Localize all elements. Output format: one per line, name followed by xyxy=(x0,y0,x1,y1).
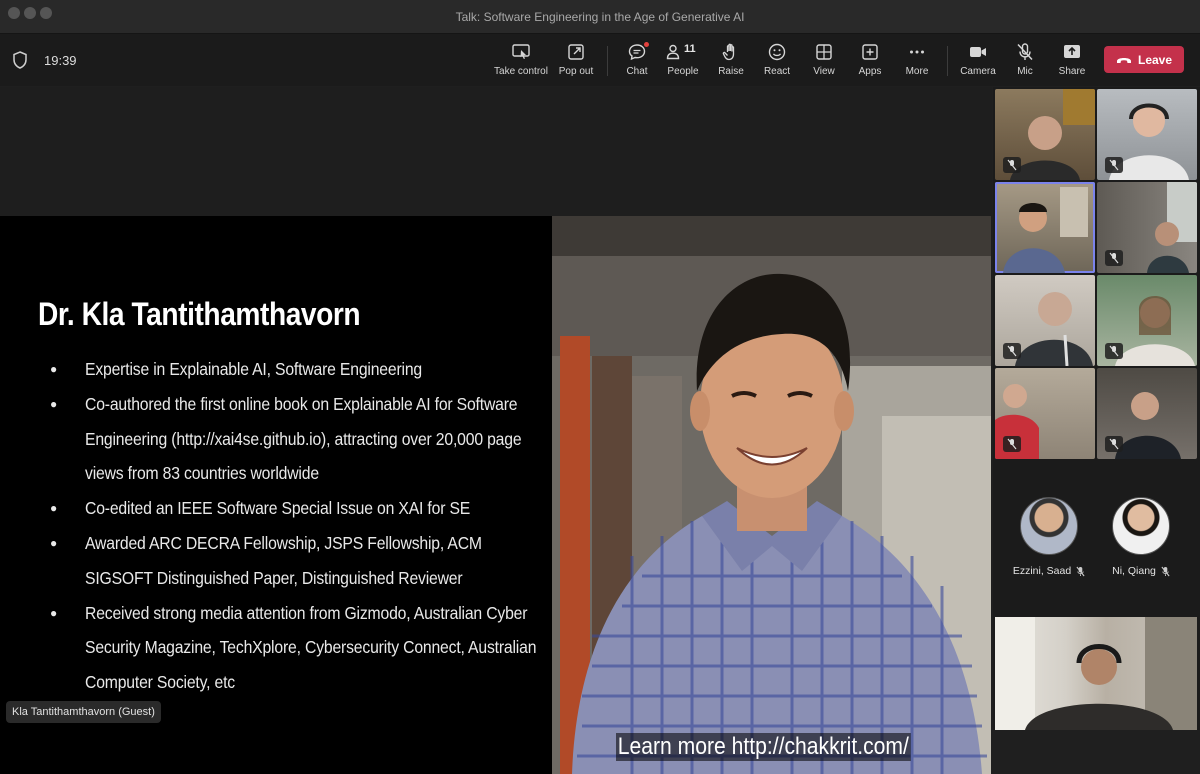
camera-icon xyxy=(970,47,986,57)
mic-off-icon xyxy=(1109,345,1119,357)
bullet-item: Expertise in Explainable AI, Software En… xyxy=(50,352,540,387)
window-title: Talk: Software Engineering in the Age of… xyxy=(455,10,745,24)
more-icon xyxy=(910,50,924,54)
mic-off-indicator xyxy=(1003,157,1021,173)
participant-tile[interactable] xyxy=(995,275,1095,366)
unread-badge xyxy=(644,42,649,47)
slide-caption-link: Learn more http://chakkrit.com/ xyxy=(616,733,911,761)
bullet-item: Co-authored the first online book on Exp… xyxy=(50,387,540,491)
share-button[interactable]: Share xyxy=(1056,42,1088,82)
mic-off-icon xyxy=(1109,438,1119,450)
shield-icon xyxy=(13,51,27,69)
mic-off-icon xyxy=(1007,159,1017,171)
participant-avatar-tile[interactable]: Ezzini, Saad xyxy=(1009,497,1089,579)
mic-off-icon xyxy=(1161,566,1170,576)
more-button[interactable]: More xyxy=(903,42,931,82)
chat-button[interactable]: Chat xyxy=(622,42,652,82)
mic-off-indicator xyxy=(1105,343,1123,359)
avatar xyxy=(1020,497,1078,555)
smiley-icon xyxy=(768,43,786,61)
meeting-toolbar: 19:39 Take control Pop out Chat 11 Peopl… xyxy=(0,34,1200,86)
mic-button[interactable]: Mic xyxy=(1011,42,1039,82)
share-icon xyxy=(1064,45,1080,58)
pop-out-icon xyxy=(568,44,584,60)
title-bar: Talk: Software Engineering in the Age of… xyxy=(0,0,1200,34)
mic-off-icon xyxy=(1076,566,1085,576)
mic-off-indicator xyxy=(1003,436,1021,452)
presenter-name-tag: Kla Tantithamthavorn (Guest) xyxy=(6,701,161,723)
toolbar-divider xyxy=(607,46,608,76)
people-count: 11 xyxy=(684,43,696,55)
presentation-slide: Dr. Kla Tantithamthavorn Expertise in Ex… xyxy=(0,216,991,774)
participant-video xyxy=(995,617,1197,730)
participant-tile[interactable] xyxy=(995,89,1095,180)
self-view-video[interactable] xyxy=(995,617,1197,730)
bullet-item: Received strong media attention from Giz… xyxy=(50,596,540,700)
mic-off-icon xyxy=(1109,252,1119,264)
mic-off-indicator xyxy=(1105,250,1123,266)
camera-button[interactable]: Camera xyxy=(960,42,996,82)
people-button[interactable]: 11 People xyxy=(666,42,700,82)
participant-video xyxy=(1003,187,1088,273)
apps-button[interactable]: Apps xyxy=(856,42,884,82)
participant-tile[interactable] xyxy=(1097,89,1197,180)
mic-off-indicator xyxy=(1003,343,1021,359)
participant-name: Ezzini, Saad xyxy=(1012,565,1072,577)
participant-tile[interactable] xyxy=(1097,275,1197,366)
mic-off-icon xyxy=(1007,438,1017,450)
people-icon xyxy=(666,44,680,60)
avatar xyxy=(1112,497,1170,555)
bullet-item: Co-edited an IEEE Software Special Issue… xyxy=(50,491,540,526)
mic-off-indicator xyxy=(1105,436,1123,452)
slide-title: Dr. Kla Tantithamthavorn xyxy=(38,296,361,332)
slide-bullets: Expertise in Explainable AI, Software En… xyxy=(50,352,540,700)
mic-off-icon xyxy=(1017,43,1033,61)
raise-hand-icon xyxy=(722,43,735,61)
raise-hand-button[interactable]: Raise xyxy=(716,42,746,82)
react-button[interactable]: React xyxy=(762,42,792,82)
apps-icon xyxy=(862,44,878,60)
mic-off-indicator xyxy=(1105,157,1123,173)
participant-tile-active-speaker[interactable] xyxy=(995,182,1095,273)
mic-off-icon xyxy=(1007,345,1017,357)
take-control-icon xyxy=(512,44,530,59)
mic-off-icon xyxy=(1109,159,1119,171)
speaker-photo xyxy=(552,216,991,774)
take-control-button[interactable]: Take control xyxy=(494,42,548,82)
participant-tile[interactable] xyxy=(1097,182,1197,273)
hang-up-icon xyxy=(1116,57,1131,63)
shared-content-stage: Dr. Kla Tantithamthavorn Expertise in Ex… xyxy=(0,87,992,774)
participant-avatar-tile[interactable]: Ni, Qiang xyxy=(1101,497,1181,579)
participant-tile[interactable] xyxy=(995,368,1095,459)
toolbar-divider xyxy=(947,46,948,76)
grid-view-icon xyxy=(816,44,832,60)
meeting-timer: 19:39 xyxy=(44,53,77,68)
view-button[interactable]: View xyxy=(810,42,838,82)
participant-name: Ni, Qiang xyxy=(1112,565,1156,577)
leave-button[interactable]: Leave xyxy=(1104,46,1184,73)
pop-out-button[interactable]: Pop out xyxy=(557,42,595,82)
speaker-portrait-illustration xyxy=(552,216,991,774)
participant-tile[interactable] xyxy=(1097,368,1197,459)
participant-gallery: Ezzini, Saad Ni, Qiang xyxy=(993,87,1200,730)
bullet-item: Awarded ARC DECRA Fellowship, JSPS Fello… xyxy=(50,526,540,596)
